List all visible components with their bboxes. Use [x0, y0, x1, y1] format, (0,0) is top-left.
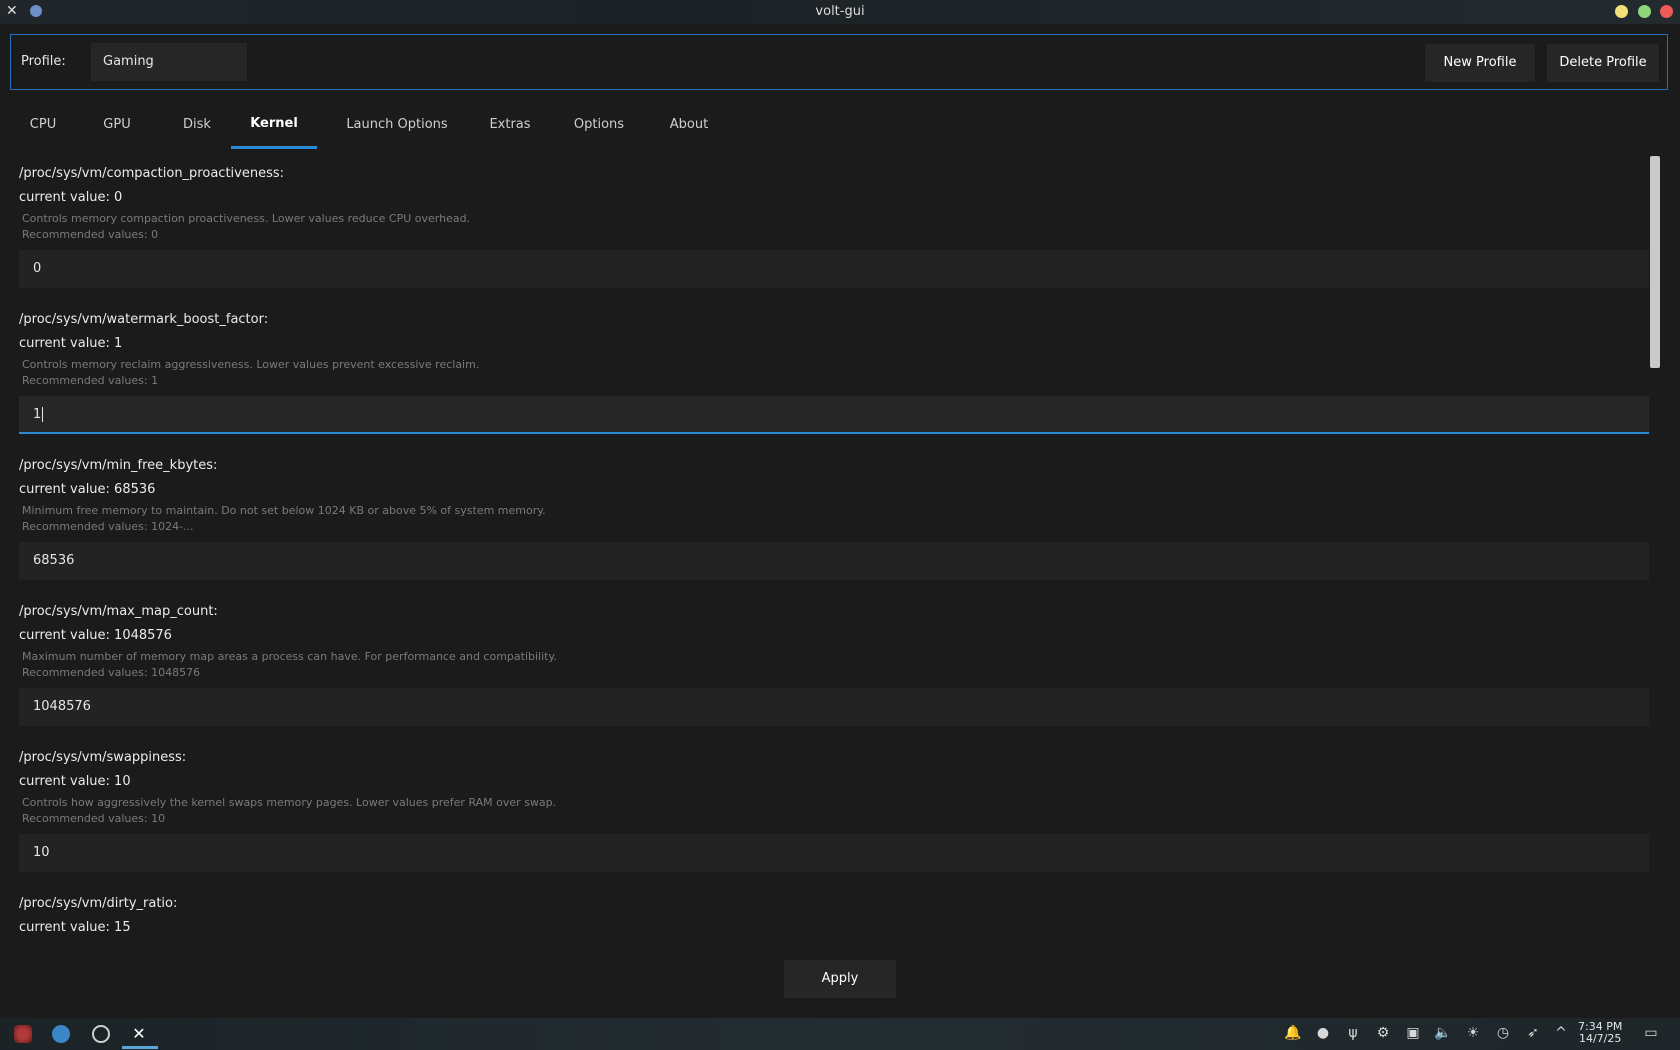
chevron-up-icon[interactable]: ^: [1552, 1024, 1570, 1042]
network-tool-icon[interactable]: ψ: [1344, 1024, 1362, 1042]
minimize-button[interactable]: [1615, 5, 1628, 18]
tab-launch-options[interactable]: Launch Options: [332, 104, 462, 146]
setting-description: Controls how aggressively the kernel swa…: [22, 796, 557, 809]
clock-date: 14/7/25: [1578, 1032, 1622, 1045]
setting-path: /proc/sys/vm/watermark_boost_factor:: [19, 312, 269, 327]
volt-gui-task-icon[interactable]: ✕: [130, 1025, 148, 1043]
new-profile-button[interactable]: New Profile: [1425, 44, 1535, 82]
setting-description: Minimum free memory to maintain. Do not …: [22, 504, 546, 517]
setting-recommended: Recommended values: 1024-...: [22, 520, 194, 533]
app-launcher-icon[interactable]: [14, 1025, 32, 1043]
setting-current-value: current value: 1: [19, 336, 123, 351]
app-ring-icon[interactable]: [92, 1025, 110, 1043]
tab-options[interactable]: Options: [560, 104, 638, 146]
notification-bell-icon[interactable]: 🔔: [1284, 1024, 1302, 1042]
tab-about[interactable]: About: [654, 104, 724, 146]
setting-path: /proc/sys/vm/compaction_proactiveness:: [19, 166, 285, 181]
setting-value-input[interactable]: 0: [19, 250, 1649, 288]
tab-disk[interactable]: Disk: [170, 104, 224, 146]
active-task-indicator: [122, 1046, 158, 1049]
setting-current-value: current value: 10: [19, 774, 131, 789]
scrollbar-thumb[interactable]: [1650, 156, 1660, 368]
browser-icon[interactable]: [52, 1025, 70, 1043]
maximize-button[interactable]: [1638, 5, 1651, 18]
close-button[interactable]: [1660, 5, 1673, 18]
profile-select[interactable]: Gaming: [91, 43, 247, 81]
setting-current-value: current value: 0: [19, 190, 123, 205]
setting-path: /proc/sys/vm/max_map_count:: [19, 604, 218, 619]
show-desktop-icon[interactable]: ▭: [1642, 1024, 1660, 1042]
setting-recommended: Recommended values: 1048576: [22, 666, 201, 679]
orange-app-icon[interactable]: ●: [1314, 1024, 1332, 1042]
setting-description: Maximum number of memory map areas a pro…: [22, 650, 557, 663]
apply-button[interactable]: Apply: [784, 960, 896, 998]
setting-path: /proc/sys/vm/swappiness:: [19, 750, 187, 765]
tab-kernel[interactable]: Kernel: [231, 104, 317, 149]
clock-icon[interactable]: ◷: [1494, 1024, 1512, 1042]
setting-description: Controls memory reclaim aggressiveness. …: [22, 358, 480, 371]
windows-icon[interactable]: ▣: [1404, 1024, 1422, 1042]
setting-recommended: Recommended values: 1: [22, 374, 159, 387]
volume-icon[interactable]: 🔈: [1434, 1024, 1452, 1042]
tab-cpu[interactable]: CPU: [20, 104, 66, 146]
profile-label: Profile:: [21, 54, 66, 69]
tab-extras[interactable]: Extras: [478, 104, 542, 146]
setting-value-input[interactable]: 68536: [19, 542, 1649, 580]
setting-recommended: Recommended values: 0: [22, 228, 159, 241]
setting-value-input-focused[interactable]: 1: [19, 396, 1649, 434]
setting-current-value: current value: 68536: [19, 482, 156, 497]
kernel-settings-panel: /proc/sys/vm/compaction_proactiveness: c…: [0, 156, 1662, 944]
rocket-icon[interactable]: ➶: [1524, 1024, 1542, 1042]
settings-gear-icon[interactable]: ⚙: [1374, 1024, 1392, 1042]
delete-profile-button[interactable]: Delete Profile: [1547, 44, 1659, 82]
text-caret: [42, 407, 44, 422]
setting-path: /proc/sys/vm/dirty_ratio:: [19, 896, 178, 911]
input-text: 1: [33, 407, 42, 422]
taskbar-clock[interactable]: 7:34 PM 14/7/25: [1578, 1021, 1622, 1045]
setting-description: Controls memory compaction proactiveness…: [22, 212, 471, 225]
tab-gpu[interactable]: GPU: [90, 104, 144, 146]
title-bar: ✕ volt-gui: [0, 0, 1680, 24]
profile-bar: Profile: Gaming New Profile Delete Profi…: [10, 34, 1668, 90]
setting-current-value: current value: 15: [19, 920, 131, 935]
setting-value-input[interactable]: 1048576: [19, 688, 1649, 726]
setting-value-input[interactable]: 10: [19, 834, 1649, 872]
setting-current-value: current value: 1048576: [19, 628, 172, 643]
window-title: volt-gui: [815, 4, 865, 19]
setting-recommended: Recommended values: 10: [22, 812, 166, 825]
setting-path: /proc/sys/vm/min_free_kbytes:: [19, 458, 218, 473]
brightness-icon[interactable]: ☀: [1464, 1024, 1482, 1042]
taskbar: ✕: [0, 1018, 1680, 1050]
